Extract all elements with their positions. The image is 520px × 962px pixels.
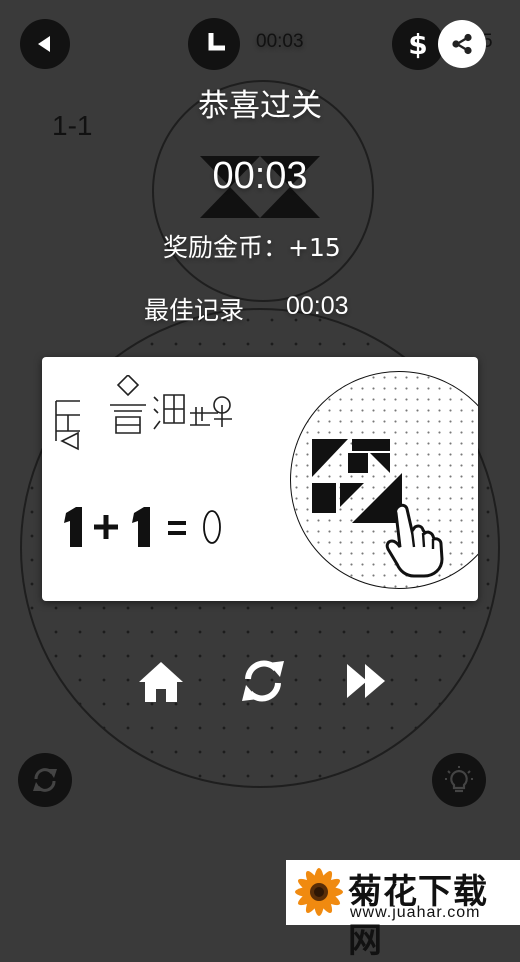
replay-icon [242,660,284,702]
best-record-label: 最佳记录 [144,296,245,325]
game-logo-text: 层叠消融 [144,451,148,454]
equation-graphic: 1+1=0 [64,507,221,551]
fast-forward-icon [347,664,385,698]
pointing-hand-icon [385,503,444,578]
share-icon [452,33,472,55]
reward-coins-text: 奖励金币：+15 [163,233,341,262]
restart-button[interactable] [18,753,72,807]
best-record-time: 00:03 [286,292,349,320]
level-complete-title: 恭喜过关 [198,88,322,124]
coins-button[interactable]: $ [392,18,444,70]
watermark-url: www.juahar.com [350,904,481,921]
game-logo: 层叠消融 [55,375,232,454]
clock-icon [208,33,225,51]
home-icon [139,662,183,702]
next-level-button[interactable] [345,660,387,702]
equation-text: 1+1=0 [143,548,147,551]
back-button[interactable] [20,19,70,69]
flower-logo-icon [295,868,343,916]
share-button[interactable] [438,20,486,68]
restart-icon [33,768,57,792]
game-promo-card[interactable]: 层叠消融 1+1=0 [42,357,478,601]
lightbulb-icon [445,766,473,793]
clear-time: 00:03 [212,155,308,197]
svg-text:$: $ [408,29,427,59]
replay-button[interactable] [238,655,288,707]
hint-button[interactable] [432,753,486,807]
timer-value: 00:03 [256,31,304,52]
dollar-icon: $ [408,29,427,59]
timer-button[interactable] [188,18,240,70]
site-watermark: 菊花下载网 www.juahar.com [286,860,520,961]
back-arrow-icon [38,36,50,52]
home-button[interactable] [137,658,185,706]
